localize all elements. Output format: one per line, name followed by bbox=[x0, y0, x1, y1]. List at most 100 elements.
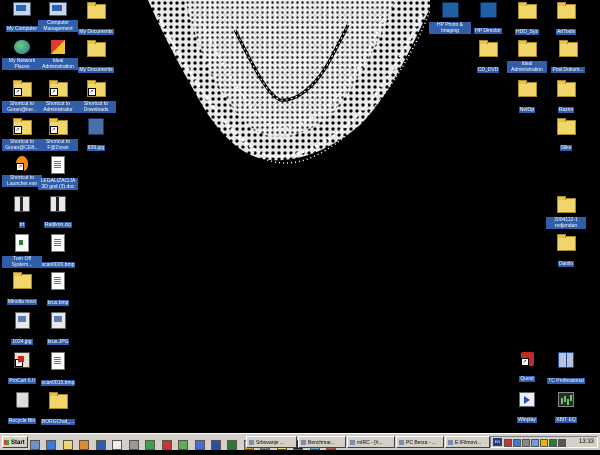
folder-icon bbox=[558, 40, 578, 57]
folder-posl-dokum[interactable]: Posl.Dokum... bbox=[546, 40, 590, 76]
icon-label: Posl.Dokum... bbox=[551, 67, 585, 73]
file-scan0015-bmp[interactable]: scan0015.bmp bbox=[38, 352, 78, 389]
music-icon[interactable] bbox=[194, 440, 205, 450]
icon-label: HDD_Sys bbox=[515, 29, 539, 35]
icon-label: ArtTools bbox=[555, 29, 577, 35]
word-icon[interactable] bbox=[210, 440, 221, 450]
tray-app-icon[interactable] bbox=[549, 439, 557, 447]
zip-icon bbox=[50, 196, 66, 212]
shortcut-goran-ceb[interactable]: ↗ Shortcut to Goran@CEB... bbox=[2, 118, 42, 154]
file-839-jpg[interactable]: 839.jpg bbox=[76, 118, 116, 154]
calculator-icon[interactable] bbox=[128, 440, 139, 450]
icon-label: Computer Management bbox=[38, 20, 78, 32]
task-button-pc-berza[interactable]: PC Berza - ... bbox=[396, 436, 444, 448]
outlook-icon[interactable] bbox=[95, 440, 106, 450]
internet-explorer-icon[interactable] bbox=[46, 440, 57, 450]
icon-label: My Documents bbox=[78, 29, 114, 35]
ideal-administration-shortcut[interactable]: Ideal Administration bbox=[38, 40, 78, 73]
icon-label: XBIT EQ bbox=[555, 417, 577, 423]
folder-hdd-sys[interactable]: HDD_Sys bbox=[507, 2, 547, 38]
folder-shortcut-icon: ↗ bbox=[86, 80, 106, 97]
shortcut-f-zoran[interactable]: ↗ Shortcut to F@Zoran bbox=[38, 118, 78, 154]
file-1024-jpg[interactable]: 1024.jpg bbox=[2, 312, 42, 348]
desktop[interactable]: My Computer Computer Management My Docum… bbox=[0, 0, 600, 433]
folder-arttools[interactable]: ArtTools bbox=[546, 2, 586, 38]
photo-icon[interactable] bbox=[178, 440, 189, 450]
file-scan0020-bmp[interactable]: scan0020.bmp bbox=[38, 234, 78, 271]
folder-razno[interactable]: Razno bbox=[546, 80, 586, 116]
globe-icon[interactable] bbox=[145, 440, 156, 450]
file-brus-jpg[interactable]: brus.JPG bbox=[38, 312, 78, 348]
tray-app-icon[interactable] bbox=[504, 439, 512, 447]
hp-director-shortcut[interactable]: HP Director bbox=[468, 2, 508, 37]
shortcut-administrator[interactable]: ↗ Shortcut to Administrator bbox=[38, 80, 78, 116]
folder-minolta-novo[interactable]: Minolta novo bbox=[2, 272, 42, 308]
shortcut-goran-ker[interactable]: ↗ Shortcut to Goran@ker... bbox=[2, 80, 42, 116]
icon-label: BORGChat_... bbox=[40, 419, 76, 425]
xbit-eq-shortcut[interactable]: XBIT EQ bbox=[546, 392, 586, 426]
media-player-icon[interactable] bbox=[79, 440, 90, 450]
launcher-icon: ↗ bbox=[16, 156, 28, 171]
notepad-icon[interactable] bbox=[112, 440, 123, 450]
turn-off-system-shortcut[interactable]: Turn Off System... bbox=[2, 234, 42, 271]
computer-management-shortcut[interactable]: Computer Management bbox=[38, 2, 78, 35]
folder-icon[interactable] bbox=[62, 440, 73, 450]
folder-slike[interactable]: Slike bbox=[546, 118, 586, 154]
my-documents-shortcut[interactable]: My Documents bbox=[76, 2, 116, 38]
winplay-shortcut[interactable]: Winplay bbox=[507, 392, 547, 426]
file-trt[interactable]: trt bbox=[2, 196, 42, 231]
icon-label: Recycle Bin bbox=[7, 418, 37, 424]
procart-shortcut[interactable]: ↗ ProCart 6.0 bbox=[2, 352, 42, 387]
volume-icon[interactable] bbox=[522, 439, 530, 447]
shortcut-arrow-icon: ↗ bbox=[15, 359, 23, 367]
folder-icon bbox=[556, 118, 576, 135]
file-radikon-zip[interactable]: Radikon.zip bbox=[38, 196, 78, 231]
winplay-icon bbox=[519, 392, 535, 407]
folder-cd-dvd[interactable]: CD_DVD bbox=[468, 40, 508, 76]
network-tray-icon[interactable] bbox=[531, 439, 539, 447]
folder-icon bbox=[556, 2, 576, 19]
folder-danilo[interactable]: Danilo bbox=[546, 234, 586, 270]
my-computer-shortcut[interactable]: My Computer bbox=[2, 2, 42, 35]
excel-icon[interactable] bbox=[227, 440, 238, 450]
shortcut-launcher[interactable]: ↗ Shortcut to Launcher.exe bbox=[2, 156, 42, 190]
taskbar: Start Srbovanje ... Benchmar... mIRC - [… bbox=[0, 433, 600, 450]
total-commander-icon bbox=[558, 352, 574, 368]
folder-shortcut-icon: ↗ bbox=[48, 80, 68, 97]
shortcut-arrow-icon: ↗ bbox=[49, 88, 58, 96]
file-brus-bmp[interactable]: brus.bmp bbox=[38, 272, 78, 309]
task-button-mirc[interactable]: mIRC - [#... bbox=[347, 436, 395, 448]
my-network-places-shortcut[interactable]: My Network Places bbox=[2, 40, 42, 73]
icon-label: Minolta novo bbox=[6, 299, 38, 305]
shortcut-downloads[interactable]: ↗ Shortcut to Downloads bbox=[76, 80, 116, 116]
recycle-bin[interactable]: Recycle Bin bbox=[2, 392, 42, 427]
tc-professional-shortcut[interactable]: TC Professional bbox=[546, 352, 586, 387]
folder-rodjendan[interactable]: 2004112-1 rodjendan bbox=[546, 196, 586, 232]
language-indicator[interactable]: EN bbox=[493, 438, 502, 446]
show-desktop-icon[interactable] bbox=[30, 440, 40, 450]
task-button-filmovi[interactable]: E:\Filmovi... bbox=[445, 436, 490, 448]
icon-label: My Computer bbox=[5, 26, 38, 32]
folder-icon bbox=[86, 2, 106, 19]
ideal-administration-right[interactable]: Ideal Administration bbox=[507, 40, 547, 76]
start-button[interactable]: Start bbox=[2, 436, 28, 448]
antivirus-icon[interactable] bbox=[540, 439, 548, 447]
icon-label: Slike bbox=[559, 145, 573, 151]
quest-shortcut[interactable]: ↗ Quest bbox=[507, 352, 547, 385]
hp-photo-icon bbox=[441, 2, 459, 18]
folder-icon bbox=[478, 40, 498, 57]
task-button-srbovanje[interactable]: Srbovanje ... bbox=[246, 436, 297, 448]
hp-photo-imaging-shortcut[interactable]: HP Photo & Imaging bbox=[428, 2, 472, 37]
tray-app-icon[interactable] bbox=[513, 439, 521, 447]
folder-icon bbox=[517, 2, 537, 19]
file-legalizacija-doc[interactable]: LEGALIZACIJA 3D god (3).doc bbox=[38, 156, 78, 193]
system-clock[interactable]: 13:33 bbox=[579, 437, 594, 448]
turn-off-icon bbox=[15, 234, 29, 252]
mail-icon[interactable] bbox=[161, 440, 172, 450]
folder-netop[interactable]: NetOp bbox=[507, 80, 547, 116]
my-documents-folder-2[interactable]: My Documents bbox=[76, 40, 116, 76]
tray-app-icon[interactable] bbox=[558, 439, 566, 447]
icon-label: Ideal Administration bbox=[507, 61, 547, 73]
task-button-benchmark[interactable]: Benchmar... bbox=[298, 436, 346, 448]
folder-borgchat[interactable]: BORGChat_... bbox=[38, 392, 78, 428]
